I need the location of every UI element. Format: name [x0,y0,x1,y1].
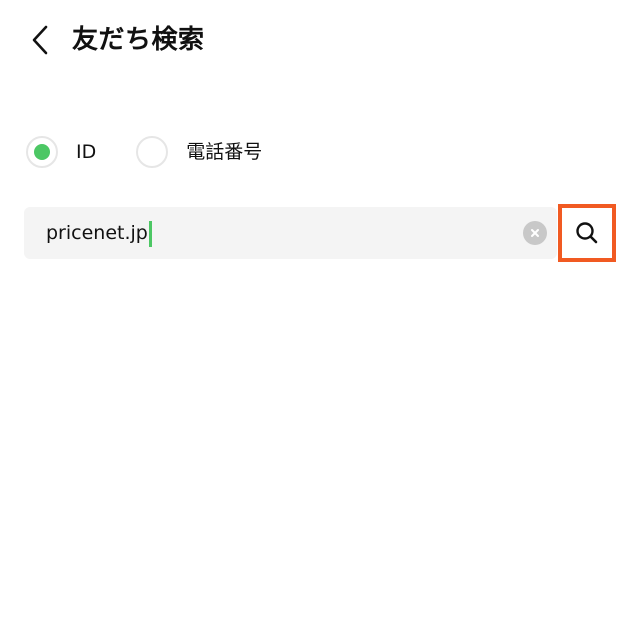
friend-search-screen: 友だち検索 ID 電話番号 pricenet.jp [0,0,640,640]
search-input-value: pricenet.jp [46,207,152,259]
text-caret [148,220,152,247]
page-title: 友だち検索 [72,25,205,55]
search-type-selector: ID 電話番号 [26,134,262,170]
chevron-left-icon [32,25,48,55]
radio-label-phone: 電話番号 [186,141,263,163]
radio-button-phone[interactable] [136,136,169,168]
search-input-text: pricenet.jp [46,222,148,244]
radio-button-id[interactable] [26,136,58,168]
radio-option-phone[interactable]: 電話番号 [136,134,262,170]
radio-selected-dot [34,144,50,160]
header: 友だち検索 [0,0,640,80]
radio-label-id: ID [76,141,97,163]
clear-icon [531,229,539,237]
search-icon [576,222,598,244]
radio-option-id[interactable]: ID [26,134,136,170]
search-button[interactable] [558,204,616,262]
clear-button[interactable] [523,221,547,245]
back-button[interactable] [22,22,58,58]
search-input[interactable]: pricenet.jp [24,207,557,259]
